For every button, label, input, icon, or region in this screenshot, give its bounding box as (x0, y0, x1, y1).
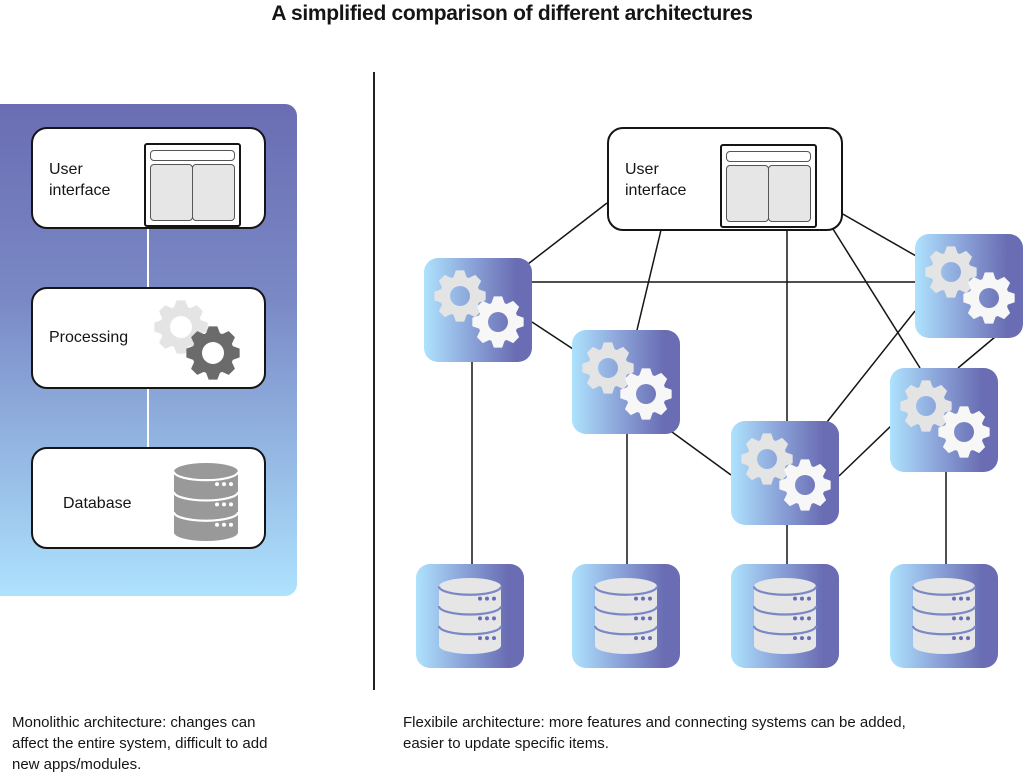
database-node-1 (416, 564, 524, 668)
connection-line-ui-a (527, 202, 608, 265)
caption-line: new apps/modules. (12, 756, 142, 773)
gears-icon (434, 270, 524, 348)
connection-line-c-d (838, 425, 892, 477)
processing-node-e (915, 234, 1023, 338)
database-icon (594, 578, 658, 654)
node-label: User (625, 161, 659, 178)
database-node-2 (572, 564, 680, 668)
processing-node-d (890, 368, 998, 472)
connection-line-ui-d (832, 228, 921, 369)
ui-window-icon (720, 144, 817, 228)
connection-line-ui-b (636, 229, 662, 331)
caption-line: Flexibile architecture: more features an… (403, 714, 906, 731)
flexible-ui-node: User interface (607, 127, 843, 231)
connection-line-ui-e (840, 212, 917, 257)
connection-line-b-c (671, 431, 732, 476)
database-icon (753, 578, 817, 654)
flexible-caption: Flexibile architecture: more features an… (403, 712, 906, 754)
database-node-3 (731, 564, 839, 668)
caption-line: Monolithic architecture: changes can (12, 714, 256, 731)
gears-icon (900, 380, 990, 458)
processing-node-a (424, 258, 532, 362)
processing-node-c (731, 421, 839, 525)
caption-line: easier to update specific items. (403, 735, 609, 752)
processing-node-b (572, 330, 680, 434)
gears-icon (741, 433, 831, 511)
monolithic-caption: Monolithic architecture: changes can aff… (12, 712, 267, 775)
database-icon (912, 578, 976, 654)
node-label: interface (625, 182, 687, 199)
caption-line: affect the entire system, difficult to a… (12, 735, 268, 752)
connection-line-a-b (531, 321, 574, 350)
gears-icon (582, 342, 672, 420)
connection-line-e-d (957, 336, 996, 369)
database-icon (438, 578, 502, 654)
database-node-4 (890, 564, 998, 668)
gears-icon (925, 246, 1015, 324)
